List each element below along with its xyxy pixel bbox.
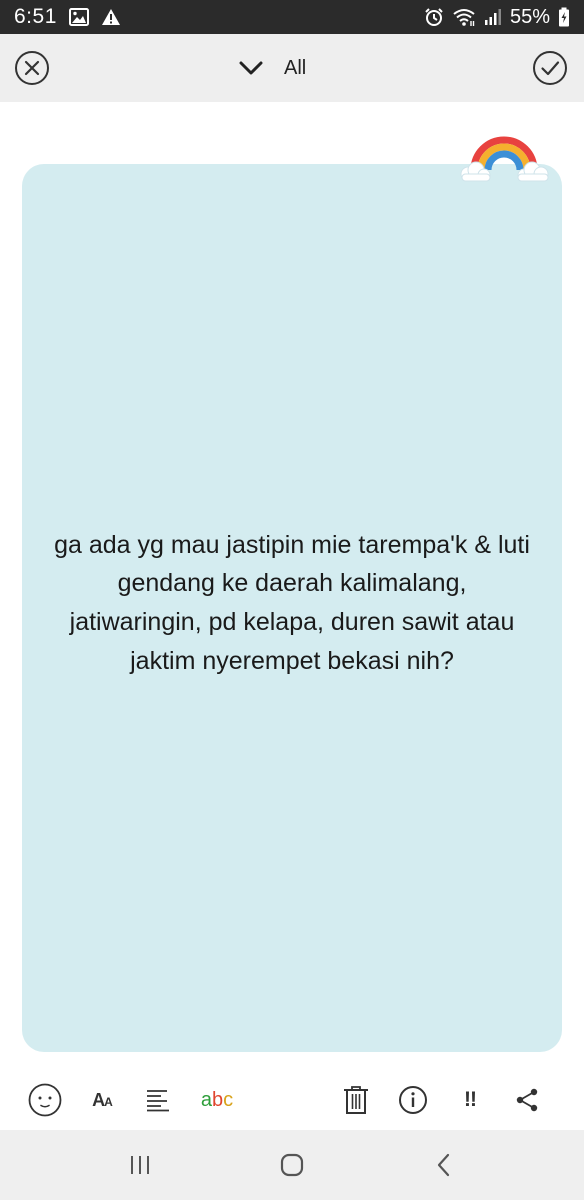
trash-icon [344, 1086, 368, 1114]
battery-percent: 55% [509, 5, 550, 28]
delete-button[interactable] [336, 1080, 376, 1120]
navigation-bar [0, 1130, 584, 1200]
rainbow-sticker-icon [460, 136, 549, 182]
note-content-area: ga ada yg mau jastipin mie tarempa'k & l… [0, 102, 584, 1068]
status-right: 55% [424, 6, 570, 29]
battery-charging-icon [558, 7, 570, 27]
note-header: All [0, 34, 584, 102]
font-size-button[interactable]: AA [82, 1080, 122, 1120]
align-icon [147, 1090, 169, 1112]
note-body-text[interactable]: ga ada yg mau jastipin mie tarempa'k & l… [52, 526, 532, 681]
spell-check-button[interactable]: abc [195, 1080, 239, 1120]
status-bar: 6:51 55% [0, 0, 584, 34]
chevron-down-icon [239, 61, 263, 75]
priority-button[interactable]: !! [450, 1080, 490, 1120]
info-button[interactable] [393, 1080, 433, 1120]
share-button[interactable] [507, 1080, 547, 1120]
signal-icon [484, 8, 502, 26]
back-icon [437, 1153, 450, 1177]
spell-check-icon: abc [201, 1089, 233, 1112]
note-card[interactable]: ga ada yg mau jastipin mie tarempa'k & l… [22, 164, 562, 1052]
recents-button[interactable] [120, 1148, 160, 1182]
warning-icon [101, 8, 121, 26]
font-size-big: A [92, 1089, 105, 1110]
editor-toolbar: AA abc !! [0, 1068, 584, 1130]
close-button[interactable] [14, 50, 50, 86]
back-button[interactable] [424, 1148, 464, 1182]
category-label: All [284, 56, 307, 79]
emoji-button[interactable] [25, 1080, 65, 1120]
alarm-icon [424, 7, 444, 27]
share-icon [516, 1088, 538, 1112]
font-size-icon: AA [92, 1089, 113, 1111]
spell-letter-a: a [200, 1088, 212, 1111]
home-button[interactable] [272, 1148, 312, 1182]
category-dropdown[interactable]: All [238, 52, 306, 84]
spell-letter-b: b [212, 1088, 224, 1111]
spell-letter-c: c [223, 1088, 234, 1111]
recents-icon [131, 1156, 149, 1174]
emoji-icon [28, 1083, 62, 1117]
font-size-small: A [104, 1094, 113, 1109]
status-time: 6:51 [14, 5, 57, 28]
priority-icon: !! [464, 1088, 477, 1111]
align-button[interactable] [138, 1080, 178, 1120]
status-left: 6:51 [14, 5, 121, 29]
home-icon [280, 1153, 304, 1177]
wifi-icon [452, 7, 476, 27]
info-icon [399, 1086, 427, 1114]
check-circle-icon [533, 51, 567, 85]
close-circle-icon [15, 51, 49, 85]
image-icon [68, 8, 89, 26]
confirm-button[interactable] [532, 50, 568, 86]
